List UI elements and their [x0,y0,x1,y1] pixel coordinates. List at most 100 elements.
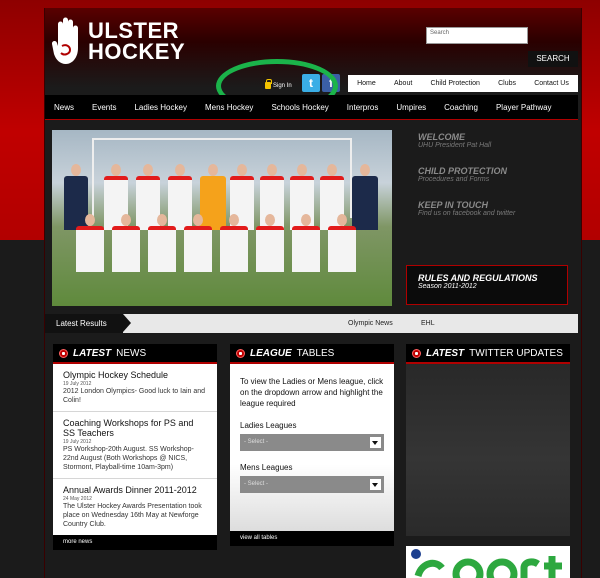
olympic-news-link[interactable]: Olympic News [348,314,393,333]
top-nav-home[interactable]: Home [357,80,376,87]
dropdown-arrow-icon[interactable] [370,437,381,448]
main-nav-ladies-hockey[interactable]: Ladies Hockey [125,103,195,112]
feature-subtitle: Season 2011-2012 [418,283,477,290]
player-head [71,164,81,176]
league-intro: To view the Ladies or Mens league, click… [240,377,384,408]
feature-title: RULES AND REGULATIONS [418,273,538,283]
news-body: 2012 London Olympics- Good luck to Iain … [63,388,206,404]
team-player [352,176,378,230]
player-head [157,214,167,226]
sponsor-logo[interactable] [406,546,570,578]
hero-team-photo [52,130,392,306]
rss-bullet-icon [236,348,245,358]
logo-line-2: HOCKEY [88,39,186,64]
heading-thin: TWITTER UPDATES [469,347,563,359]
feature-subtitle: Find us on facebook and twitter [418,210,516,217]
player-head [121,214,131,226]
news-item[interactable]: Olympic Hockey Schedule 19 July 2012 201… [53,364,217,412]
top-nav-child-protection[interactable]: Child Protection [430,80,479,87]
player-head [301,214,311,226]
player-head [337,214,347,226]
main-nav-events[interactable]: Events [83,103,125,112]
league-body: To view the Ladies or Mens league, click… [230,364,394,531]
search-input[interactable]: Search [426,27,528,44]
league-tables-heading: LEAGUE TABLES [230,344,394,364]
team-player [168,176,192,230]
team-player [200,176,226,230]
feature-child-protection[interactable]: CHILD PROTECTION Procedures and Forms [406,166,570,183]
main-nav-umpires[interactable]: Umpires [387,103,435,112]
logo-wordmark: ULSTER HOCKEY [88,18,186,64]
news-title[interactable]: Olympic Hockey Schedule [63,370,207,380]
player-head [229,214,239,226]
heading-thin: NEWS [116,347,147,359]
player-head [360,164,370,176]
team-player [328,226,356,272]
feature-rules-and-regulations[interactable]: RULES AND REGULATIONS Season 2011-2012 [406,265,568,305]
player-head [85,214,95,226]
mens-leagues-select[interactable]: - Select - [240,476,384,493]
heading-bold: LEAGUE [250,347,292,359]
more-news-link[interactable]: more news [53,535,217,550]
player-head [111,164,121,176]
ladies-leagues-label: Ladies Leagues [240,421,297,430]
news-title[interactable]: Annual Awards Dinner 2011-2012 [63,485,207,495]
player-head [175,164,185,176]
feature-subtitle: Procedures and Forms [418,176,490,183]
top-nav-clubs[interactable]: Clubs [498,80,516,87]
hand-logo-icon [52,17,78,64]
top-nav: Home About Child Protection Clubs Contac… [348,75,578,92]
latest-news-box: LATEST NEWS Olympic Hockey Schedule 19 J… [53,344,217,550]
news-item[interactable]: Coaching Workshops for PS and SS Teacher… [53,412,217,479]
player-head [237,164,247,176]
player-head [267,164,277,176]
team-player [148,226,176,272]
feature-title: WELCOME [418,132,465,142]
team-player [292,226,320,272]
team-player [256,226,284,272]
main-nav-player-pathway[interactable]: Player Pathway [487,103,561,112]
mens-leagues-label: Mens Leagues [240,463,293,472]
rss-bullet-icon [59,348,68,358]
main-nav-coaching[interactable]: Coaching [435,103,487,112]
feature-keep-in-touch[interactable]: KEEP IN TOUCH Find us on facebook and tw… [406,200,570,217]
player-head [193,214,203,226]
rss-bullet-icon [412,348,421,358]
main-nav-interpros[interactable]: Interpros [338,103,388,112]
main-nav: News Events Ladies Hockey Mens Hockey Sc… [45,95,578,120]
search-button[interactable]: SEARCH [528,51,578,67]
feature-title: KEEP IN TOUCH [418,200,489,210]
main-nav-mens-hockey[interactable]: Mens Hockey [196,103,262,112]
player-head [327,164,337,176]
select-value: - Select - [244,481,269,487]
news-title[interactable]: Coaching Workshops for PS and SS Teacher… [63,418,207,438]
news-body: PS Workshop-20th August. SS Workshop-22n… [63,446,194,471]
news-body: The Ulster Hockey Awards Presentation to… [63,503,202,528]
player-head [208,164,218,176]
player-head [143,164,153,176]
feature-subtitle: UHU President Pat Hall [418,142,492,149]
player-head [297,164,307,176]
dropdown-arrow-icon[interactable] [370,479,381,490]
ehl-link[interactable]: EHL [421,314,435,333]
heading-bold: LATEST [73,347,112,359]
logo-line-1: ULSTER [88,18,179,43]
main-nav-schools-hockey[interactable]: Schools Hockey [262,103,337,112]
news-item[interactable]: Annual Awards Dinner 2011-2012 24 May 20… [53,479,217,535]
site-logo[interactable]: ULSTER HOCKEY [52,16,185,66]
feature-title: CHILD PROTECTION [418,166,507,176]
twitter-updates-box: LATEST TWITTER UPDATES [406,344,570,536]
main-nav-news[interactable]: News [45,103,83,112]
team-player [112,226,140,272]
view-all-tables-link[interactable]: view all tables [230,531,394,546]
latest-results-tab[interactable]: Latest Results [45,314,131,333]
twitter-updates-heading: LATEST TWITTER UPDATES [406,344,570,364]
team-player [76,226,104,272]
ladies-leagues-select[interactable]: - Select - [240,434,384,451]
feature-welcome[interactable]: WELCOME UHU President Pat Hall [406,132,570,149]
league-tables-box: LEAGUE TABLES To view the Ladies or Mens… [230,344,394,546]
top-nav-contact-us[interactable]: Contact Us [534,80,569,87]
team-player [220,226,248,272]
top-nav-about[interactable]: About [394,80,412,87]
team-player [184,226,212,272]
